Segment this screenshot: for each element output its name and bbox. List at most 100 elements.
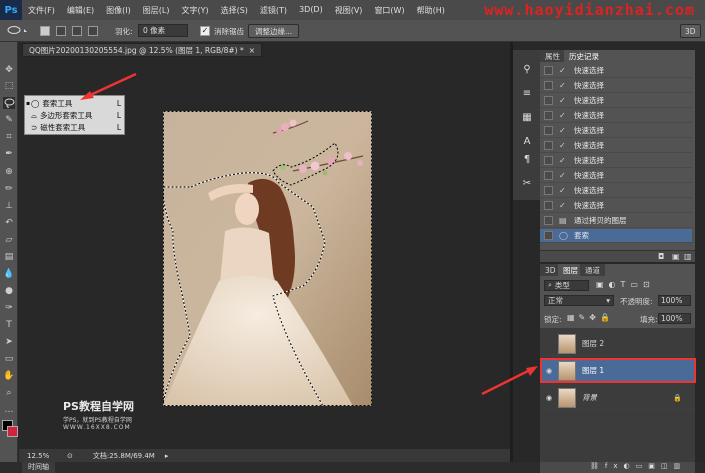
tab-properties[interactable]: 属性: [540, 50, 565, 62]
zoom-level[interactable]: 12.5%: [27, 452, 57, 460]
edit-toolbar-icon[interactable]: …: [3, 404, 15, 416]
history-row[interactable]: ✓ 快速选择: [540, 169, 692, 183]
new-selection-icon[interactable]: [40, 24, 50, 38]
snapshot-checkbox[interactable]: [544, 171, 553, 180]
flyout-label: 多边形套索工具: [39, 111, 93, 120]
eyedropper-tool-icon[interactable]: ✒: [3, 148, 15, 160]
menu-item[interactable]: 文字(Y): [175, 5, 214, 16]
snapshot-checkbox[interactable]: [544, 126, 553, 135]
history-row[interactable]: ✓ 快速选择: [540, 184, 692, 198]
document-canvas-photo[interactable]: [163, 111, 372, 406]
flyout-item-magnetic-lasso[interactable]: ⊃ 磁性套索工具 L: [31, 122, 121, 133]
snapshot-icon[interactable]: ◘: [658, 252, 664, 261]
timeline-tab[interactable]: 时间轴: [22, 462, 55, 473]
snapshot-checkbox[interactable]: [544, 216, 553, 225]
move-tool-icon[interactable]: ✥: [3, 64, 15, 76]
paragraph-icon[interactable]: ¶: [520, 152, 534, 166]
history-row[interactable]: ◯ 套索: [540, 229, 692, 243]
add-selection-icon[interactable]: [56, 24, 66, 38]
eraser-tool-icon[interactable]: ▱: [3, 234, 15, 246]
snapshot-checkbox[interactable]: [544, 96, 553, 105]
intersect-selection-icon[interactable]: [88, 24, 98, 38]
character-icon[interactable]: A: [520, 134, 534, 148]
opacity-input[interactable]: 100%: [658, 295, 691, 306]
history-row[interactable]: ▤ 通过拷贝的图层: [540, 214, 692, 228]
menu-item[interactable]: 编辑(E): [61, 5, 100, 16]
feather-input[interactable]: 0 像素: [138, 24, 188, 37]
menu-item[interactable]: 图层(L): [137, 5, 176, 16]
pen-tool-icon[interactable]: ✑: [3, 302, 15, 314]
status-menu-icon[interactable]: ▸: [165, 452, 169, 460]
refine-edge-button[interactable]: 调整边缘...: [248, 24, 300, 38]
tab-history[interactable]: 历史记录: [564, 50, 604, 62]
zoom-tool-icon[interactable]: ⌕: [3, 387, 15, 399]
close-tab-icon[interactable]: ×: [249, 46, 255, 55]
type-tool-icon[interactable]: T: [3, 319, 15, 331]
eye-icon[interactable]: ◉: [546, 394, 552, 402]
background-color-swatch[interactable]: [7, 426, 18, 437]
flyout-item-polygon-lasso[interactable]: ⌓ 多边形套索工具 L: [31, 110, 121, 121]
layer-row[interactable]: 图层 2: [542, 332, 694, 356]
brush-tool-icon[interactable]: ✏: [3, 183, 15, 195]
history-row[interactable]: ✓ 快速选择: [540, 94, 692, 108]
blend-mode-select[interactable]: 正常 ▾: [544, 295, 614, 306]
history-row[interactable]: ✓ 快速选择: [540, 154, 692, 168]
menu-item[interactable]: 文件(F): [22, 5, 61, 16]
shape-tool-icon[interactable]: ▭: [3, 353, 15, 365]
adjustments-icon[interactable]: ≡: [520, 86, 534, 100]
history-row[interactable]: ✓ 快速选择: [540, 64, 692, 78]
gradient-tool-icon[interactable]: ▤: [3, 251, 15, 263]
quick-select-tool-icon[interactable]: ✎: [3, 114, 15, 126]
tools-preset-icon[interactable]: ✂: [520, 176, 534, 190]
hand-tool-icon[interactable]: ✋: [3, 370, 15, 382]
menu-item[interactable]: 视图(V): [329, 5, 369, 16]
crop-tool-icon[interactable]: ⌗: [3, 131, 15, 143]
history-row[interactable]: ✓ 快速选择: [540, 79, 692, 93]
tab-channels[interactable]: 通道: [580, 264, 605, 276]
snapshot-checkbox[interactable]: [544, 81, 553, 90]
menu-item[interactable]: 窗口(W): [368, 5, 410, 16]
lasso-preset-icon[interactable]: [6, 24, 28, 38]
antialias-checkbox[interactable]: ✓ 消除锯齿: [200, 24, 244, 38]
layers-footer-icons[interactable]: ⛓fx◐▭▣◫▥: [540, 462, 695, 473]
menu-item[interactable]: 3D(D): [293, 5, 329, 16]
snapshot-checkbox[interactable]: [544, 111, 553, 120]
history-row[interactable]: ✓ 快速选择: [540, 124, 692, 138]
menu-item[interactable]: 滤镜(T): [254, 5, 293, 16]
snapshot-checkbox[interactable]: [544, 186, 553, 195]
menu-item[interactable]: 选择(S): [215, 5, 254, 16]
blur-tool-icon[interactable]: 💧: [3, 268, 15, 280]
clone-stamp-icon[interactable]: ⊥: [3, 200, 15, 212]
menu-item[interactable]: 帮助(H): [411, 5, 451, 16]
dodge-tool-icon[interactable]: ●: [3, 285, 15, 297]
history-row[interactable]: ✓ 快速选择: [540, 109, 692, 123]
snapshot-checkbox[interactable]: [544, 231, 553, 240]
path-select-icon[interactable]: ➤: [3, 336, 15, 348]
snapshot-checkbox[interactable]: [544, 201, 553, 210]
brush-preset-icon[interactable]: ⚲: [520, 62, 534, 76]
history-brush-icon[interactable]: ↶: [3, 217, 15, 229]
layer-filter-select[interactable]: ⌕ 类型: [544, 280, 589, 291]
healing-brush-icon[interactable]: ⊕: [3, 166, 15, 178]
fill-input[interactable]: 100%: [658, 313, 691, 324]
snapshot-checkbox[interactable]: [544, 141, 553, 150]
history-row[interactable]: ✓ 快速选择: [540, 139, 692, 153]
lasso-tool-icon[interactable]: [3, 97, 15, 109]
subtract-selection-icon[interactable]: [72, 24, 82, 38]
history-row[interactable]: ✓ 快速选择: [540, 199, 692, 213]
marquee-tool-icon[interactable]: ⬚: [3, 80, 15, 92]
layer-filter-icons[interactable]: ▣◐T▭⊡: [596, 280, 655, 289]
camera-icon[interactable]: ▣: [672, 252, 680, 261]
annotation-arrow-flyout: [80, 72, 137, 100]
layer-row[interactable]: ◉ 背景 🔒: [542, 386, 694, 410]
snapshot-checkbox[interactable]: [544, 156, 553, 165]
menu-item[interactable]: 图像(I): [100, 5, 137, 16]
workspace-3d-button[interactable]: 3D: [680, 24, 701, 38]
flyout-shortcut: L: [116, 111, 121, 120]
swatches-icon[interactable]: ▦: [520, 110, 534, 124]
fill-label: 填充:: [640, 315, 658, 324]
lock-options-icons[interactable]: ▦✎✥🔒: [567, 313, 614, 322]
snapshot-checkbox[interactable]: [544, 66, 553, 75]
document-tab[interactable]: QQ图片20200130205554.jpg @ 12.5% (图层 1, RG…: [22, 43, 263, 57]
trash-icon[interactable]: ▥: [684, 252, 692, 261]
